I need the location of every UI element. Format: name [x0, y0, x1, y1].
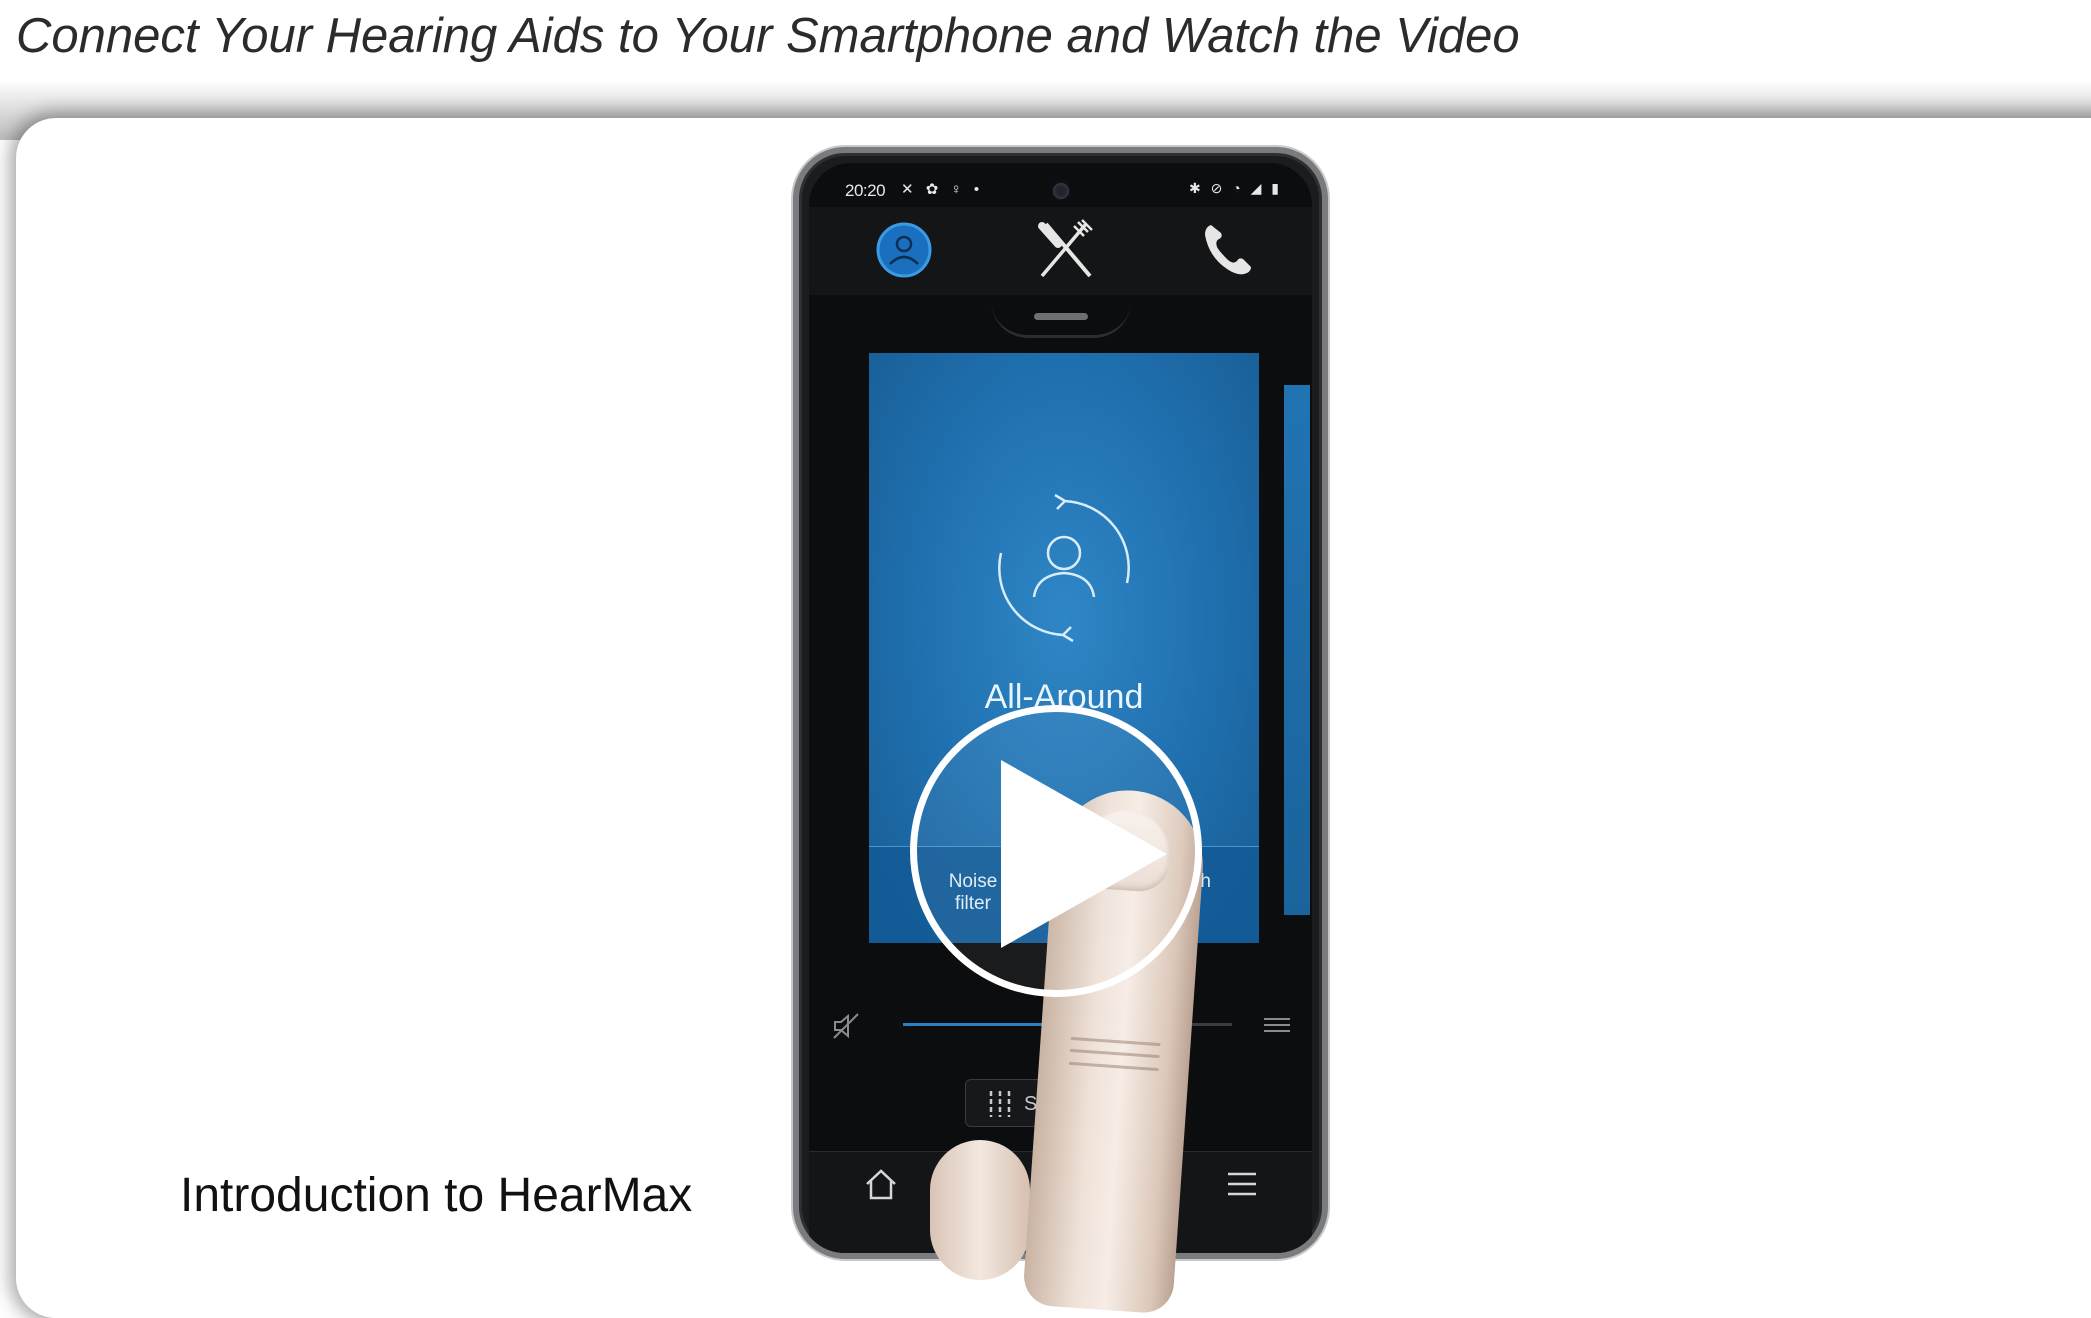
phone-icon: [1205, 225, 1251, 275]
status-icons-left: ✕ ✿ ♀ •: [901, 181, 984, 198]
finger-crease: [1070, 1036, 1161, 1047]
page-title: Connect Your Hearing Aids to Your Smartp…: [16, 9, 1520, 63]
program-tab-all-around: [869, 215, 939, 285]
thumb: [930, 1140, 1030, 1280]
drawer-handle: [1033, 313, 1088, 320]
sliders-icon: [989, 1091, 1011, 1117]
finger-crease: [1068, 1061, 1159, 1072]
mute-icon: [833, 1013, 859, 1039]
front-camera: [1052, 183, 1069, 199]
fork-knife-icon: [1038, 219, 1093, 278]
home-icon: [866, 1169, 896, 1200]
play-icon: [1001, 760, 1167, 948]
finger-crease: [1069, 1048, 1160, 1059]
menu-icon: [1228, 1172, 1256, 1196]
equalizer-icon: [1264, 1018, 1290, 1032]
program-rotate-icon: [998, 493, 1130, 643]
program-tab-bar: [809, 207, 1312, 295]
video-caption: Introduction to HearMax: [180, 1169, 693, 1222]
program-tab-restaurant: [1031, 215, 1101, 285]
person-circle-icon: [876, 222, 932, 278]
next-program-card: [1284, 385, 1310, 915]
play-button[interactable]: [910, 705, 1202, 997]
program-tab-phone: [1193, 215, 1263, 285]
status-time: 20:20: [845, 181, 886, 200]
status-icons-right: ✱ ⊘ ◔ ◢ ▮: [1189, 180, 1282, 196]
